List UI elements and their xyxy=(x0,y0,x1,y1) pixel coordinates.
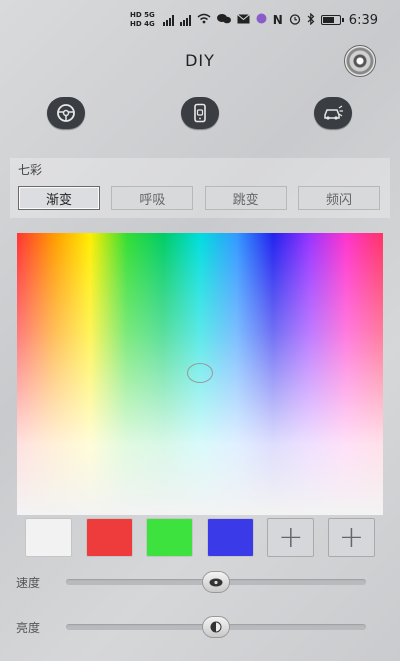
network-label-bottom: HD 4G xyxy=(130,20,155,28)
mode-panel: 七彩 渐变 呼吸 跳变 频闪 xyxy=(10,158,390,218)
page-title: DIY xyxy=(185,50,215,70)
speed-label: 速度 xyxy=(16,575,41,590)
disc-icon[interactable] xyxy=(344,45,376,77)
half-circle-icon xyxy=(210,621,222,633)
brightness-row: 亮度 xyxy=(16,615,376,639)
network-label-top: HD 5G xyxy=(130,11,155,19)
steering-wheel-icon xyxy=(57,104,75,122)
speed-slider[interactable] xyxy=(66,571,366,593)
bluetooth-icon xyxy=(307,12,315,28)
phone-car-button[interactable] xyxy=(180,97,219,129)
status-bar: HD 5G HD 4G N 6:39 xyxy=(0,0,400,40)
nfc-icon: N xyxy=(272,13,283,27)
mail-icon xyxy=(236,13,250,27)
wifi-icon xyxy=(197,13,211,27)
phone-car-icon xyxy=(193,103,206,123)
add-swatch-button-2[interactable]: + xyxy=(327,518,375,557)
car-horn-button[interactable] xyxy=(314,97,352,129)
status-time: 6:39 xyxy=(348,12,378,28)
mode-section-label: 七彩 xyxy=(18,163,43,177)
car-horn-icon xyxy=(324,105,343,120)
color-swatches: + + xyxy=(25,518,375,558)
brightness-slider-thumb[interactable] xyxy=(202,616,230,638)
alarm-icon xyxy=(289,13,301,28)
title-bar: DIY xyxy=(0,40,400,80)
tab-gradient[interactable]: 渐变 xyxy=(18,186,100,210)
mode-tabs: 渐变 呼吸 跳变 频闪 xyxy=(18,186,380,210)
speed-slider-thumb[interactable] xyxy=(202,571,230,593)
color-picker-cursor[interactable] xyxy=(187,363,213,383)
swatch-green[interactable] xyxy=(146,518,194,557)
network-indicators: HD 5G HD 4G xyxy=(130,11,155,29)
battery-icon xyxy=(320,15,344,25)
speed-row: 速度 xyxy=(16,570,376,594)
chat-icon xyxy=(216,13,231,28)
tab-strobe[interactable]: 频闪 xyxy=(297,186,380,210)
color-picker[interactable] xyxy=(17,233,383,515)
signal-icon xyxy=(162,14,174,26)
tab-jump[interactable]: 跳变 xyxy=(204,186,287,210)
app-notification-icon xyxy=(256,13,267,27)
swatch-blue[interactable] xyxy=(206,518,254,557)
add-swatch-button[interactable]: + xyxy=(267,518,315,557)
tab-breathe[interactable]: 呼吸 xyxy=(111,186,194,210)
swatch-white[interactable] xyxy=(25,518,72,557)
brightness-label: 亮度 xyxy=(16,620,41,635)
eye-icon xyxy=(209,578,223,586)
brightness-slider[interactable] xyxy=(66,616,366,638)
signal-2-icon xyxy=(179,14,191,26)
toolbar xyxy=(0,84,400,142)
steering-wheel-button[interactable] xyxy=(47,97,85,129)
swatch-red[interactable] xyxy=(85,518,133,557)
